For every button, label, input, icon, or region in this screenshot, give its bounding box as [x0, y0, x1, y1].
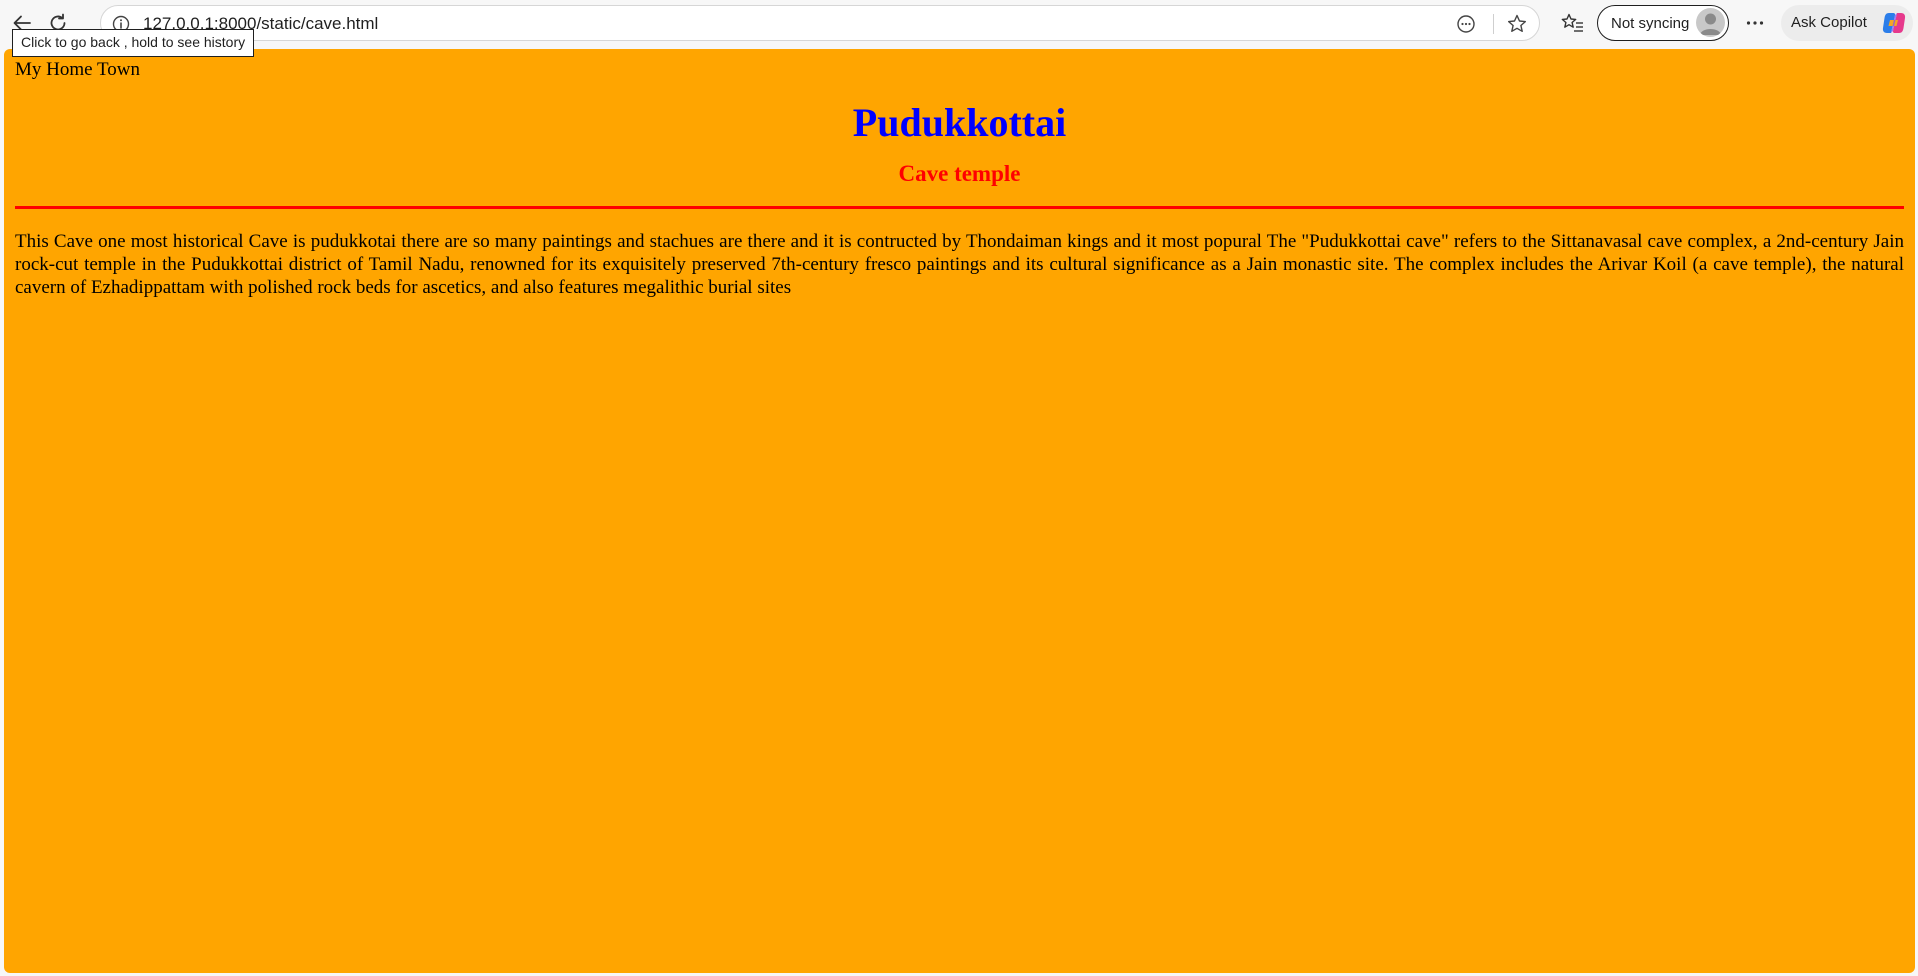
browser-window: 127.0.0.1:8000/static/cave.html Not sync…: [0, 0, 1918, 976]
more-options-button[interactable]: [1737, 6, 1773, 40]
favorite-star-icon[interactable]: [1506, 13, 1528, 35]
browser-toolbar: 127.0.0.1:8000/static/cave.html Not sync…: [0, 0, 1918, 57]
horizontal-rule: [15, 206, 1904, 209]
copilot-label: Ask Copilot: [1791, 14, 1867, 31]
copilot-logo-icon: [1881, 10, 1907, 36]
profile-sync-button[interactable]: Not syncing: [1597, 5, 1729, 41]
ask-copilot-button[interactable]: Ask Copilot: [1781, 5, 1913, 41]
profile-avatar-icon: [1696, 8, 1725, 37]
site-label: My Home Town: [15, 59, 140, 80]
page-subtitle: Cave temple: [898, 161, 1021, 186]
address-bar-divider: [1493, 14, 1494, 34]
page-content: My Home Town Pudukkottai Cave temple Thi…: [15, 49, 1904, 299]
favorites-list-icon: [1561, 12, 1585, 34]
address-bar[interactable]: 127.0.0.1:8000/static/cave.html: [100, 5, 1540, 41]
read-aloud-icon[interactable]: [1455, 13, 1477, 35]
page-viewport: My Home Town Pudukkottai Cave temple Thi…: [4, 49, 1915, 973]
back-button-tooltip: Click to go back , hold to see history: [12, 29, 255, 57]
page-title: Pudukkottai: [852, 100, 1067, 145]
sync-status-label: Not syncing: [1611, 15, 1690, 32]
body-paragraph: This Cave one most historical Cave is pu…: [15, 231, 1904, 298]
favorites-button[interactable]: [1555, 6, 1591, 40]
more-options-icon: [1744, 12, 1766, 34]
